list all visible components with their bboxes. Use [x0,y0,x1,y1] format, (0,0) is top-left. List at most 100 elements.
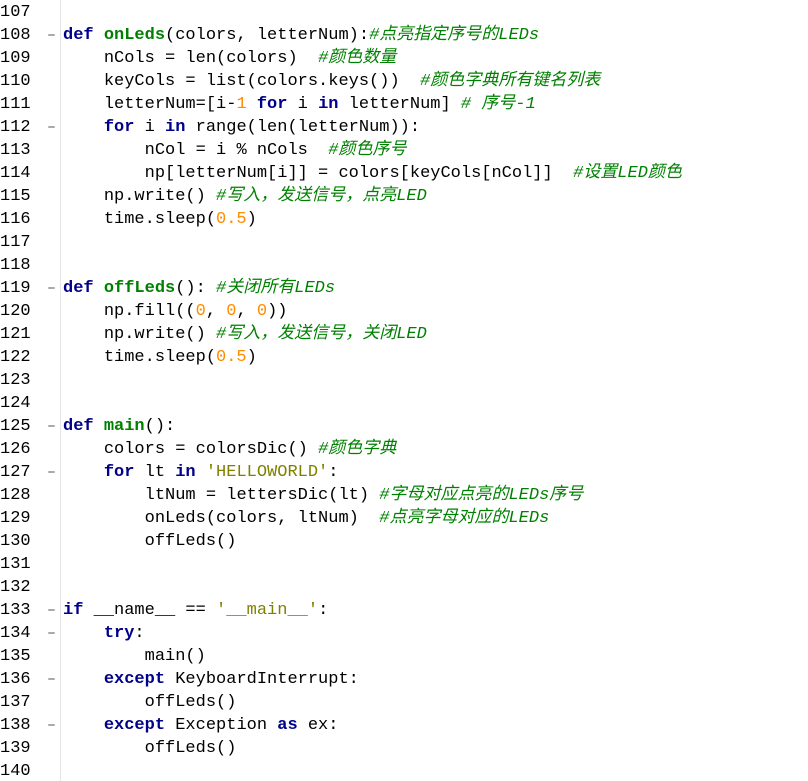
code-text[interactable]: np.write() #写入，发送信号，点亮LED [63,185,427,208]
code-editor[interactable]: 107 108– def onLeds(colors, letterNum):#点亮… [0,0,808,781]
code-line[interactable]: 122 time.sleep(0.5) [0,346,808,369]
code-line[interactable]: 127– for lt in 'HELLOWORLD': [0,461,808,484]
line-number: 112 [0,118,31,137]
code-text[interactable]: for i in range(len(letterNum)): [63,116,420,139]
line-number: 115 [0,187,31,206]
code-line[interactable]: 119– def offLeds(): #关闭所有LEDs [0,277,808,300]
code-line[interactable]: 132 [0,576,808,599]
code-text[interactable]: def offLeds(): #关闭所有LEDs [63,277,335,300]
code-line[interactable]: 123 [0,369,808,392]
code-line[interactable]: 133– if __name__ == '__main__': [0,599,808,622]
code-line[interactable]: 120 np.fill((0, 0, 0)) [0,300,808,323]
code-line[interactable]: 125– def main(): [0,415,808,438]
code-line[interactable]: 114 np[letterNum[i]] = colors[keyCols[nC… [0,162,808,185]
line-number: 125 [0,417,31,436]
code-line[interactable]: 128 ltNum = lettersDic(lt) #字母对应点亮的LEDs序… [0,484,808,507]
code-line[interactable]: 130 offLeds() [0,530,808,553]
code-line[interactable]: 136– except KeyboardInterrupt: [0,668,808,691]
code-text[interactable]: time.sleep(0.5) [63,346,257,369]
code-text[interactable]: keyCols = list(colors.keys()) #颜色字典所有键名列… [63,70,600,93]
keyword-token: def [63,417,104,436]
code-text[interactable]: ltNum = lettersDic(lt) #字母对应点亮的LEDs序号 [63,484,584,507]
string-token: 'HELLOWORLD' [205,463,329,482]
code-text[interactable]: colors = colorsDic() #颜色字典 [63,438,396,461]
code-text[interactable]: offLeds() [63,691,237,714]
line-number: 111 [0,95,31,114]
code-line[interactable]: 140 [0,760,808,781]
code-text[interactable]: def onLeds(colors, letterNum):#点亮指定序号的LE… [63,24,539,47]
line-number: 133 [0,601,31,620]
fold-toggle-icon[interactable]: – [47,415,59,438]
code-line[interactable]: 121 np.write() #写入，发送信号，关闭LED [0,323,808,346]
fold-toggle-icon[interactable]: – [47,714,59,737]
code-line[interactable]: 129 onLeds(colors, ltNum) #点亮字母对应的LEDs [0,507,808,530]
code-text[interactable]: for lt in 'HELLOWORLD': [63,461,339,484]
code-line[interactable]: 139 offLeds() [0,737,808,760]
code-text[interactable]: letterNum=[i-1 for i in letterNum] # 序号-… [63,93,536,116]
code-text[interactable]: np.fill((0, 0, 0)) [63,300,288,323]
code-text[interactable]: if __name__ == '__main__': [63,599,328,622]
code-line[interactable]: 108– def onLeds(colors, letterNum):#点亮指定序… [0,24,808,47]
code-text[interactable]: np[letterNum[i]] = colors[keyCols[nCol]]… [63,162,682,185]
keyword-token: def [63,26,104,45]
code-line[interactable]: 110 keyCols = list(colors.keys()) #颜色字典所… [0,70,808,93]
code-line[interactable]: 118 [0,254,808,277]
code-line[interactable]: 109 nCols = len(colors) #颜色数量 [0,47,808,70]
line-number: 130 [0,532,31,551]
comment-token: #写入，发送信号，关闭LED [216,325,427,344]
code-text[interactable]: offLeds() [63,530,237,553]
code-token: nCol = i % nCols [144,141,329,160]
code-token: (): [175,279,217,298]
code-line[interactable]: 116 time.sleep(0.5) [0,208,808,231]
code-text[interactable]: def main(): [63,415,175,438]
code-line[interactable]: 135 main() [0,645,808,668]
code-text[interactable]: time.sleep(0.5) [63,208,257,231]
code-text[interactable]: except Exception as ex: [63,714,339,737]
code-token: , [236,302,257,321]
code-text[interactable]: offLeds() [63,737,237,760]
line-number: 128 [0,486,31,505]
code-text[interactable]: try: [63,622,145,645]
fold-toggle-icon[interactable]: – [47,461,59,484]
fold-toggle-icon[interactable]: – [47,668,59,691]
code-token: main() [144,647,206,666]
code-text[interactable]: nCol = i % nCols #颜色序号 [63,139,407,162]
code-line[interactable]: 112– for i in range(len(letterNum)): [0,116,808,139]
code-line[interactable]: 115 np.write() #写入，发送信号，点亮LED [0,185,808,208]
line-number: 120 [0,302,31,321]
code-text[interactable]: main() [63,645,206,668]
code-line[interactable]: 124 [0,392,808,415]
code-line[interactable]: 113 nCol = i % nCols #颜色序号 [0,139,808,162]
fold-toggle-icon[interactable]: – [47,622,59,645]
code-line[interactable]: 131 [0,553,808,576]
line-number: 108 [0,26,31,45]
code-token: np[letterNum[i]] = colors[keyCols[nCol]] [144,164,574,183]
code-line[interactable]: 117 [0,231,808,254]
fold-toggle-icon[interactable]: – [47,599,59,622]
code-line[interactable]: 134– try: [0,622,808,645]
code-line[interactable]: 126 colors = colorsDic() #颜色字典 [0,438,808,461]
code-line[interactable]: 107 [0,1,808,24]
fold-toggle-icon[interactable]: – [47,277,59,300]
code-line[interactable]: 111 letterNum=[i-1 for i in letterNum] #… [0,93,808,116]
code-text[interactable]: nCols = len(colors) #颜色数量 [63,47,396,70]
line-number: 114 [0,164,31,183]
line-number: 127 [0,463,31,482]
code-line[interactable]: 137 offLeds() [0,691,808,714]
code-token: )) [267,302,288,321]
code-text[interactable]: np.write() #写入，发送信号，关闭LED [63,323,427,346]
code-text[interactable]: onLeds(colors, ltNum) #点亮字母对应的LEDs [63,507,550,530]
fold-toggle-icon[interactable]: – [47,116,59,139]
code-line[interactable]: 138– except Exception as ex: [0,714,808,737]
code-text[interactable]: except KeyboardInterrupt: [63,668,359,691]
number-token: 0 [195,302,206,321]
code-token: ) [246,348,257,367]
comment-token: #颜色字典 [318,440,397,459]
fold-toggle-icon[interactable]: – [47,24,59,47]
